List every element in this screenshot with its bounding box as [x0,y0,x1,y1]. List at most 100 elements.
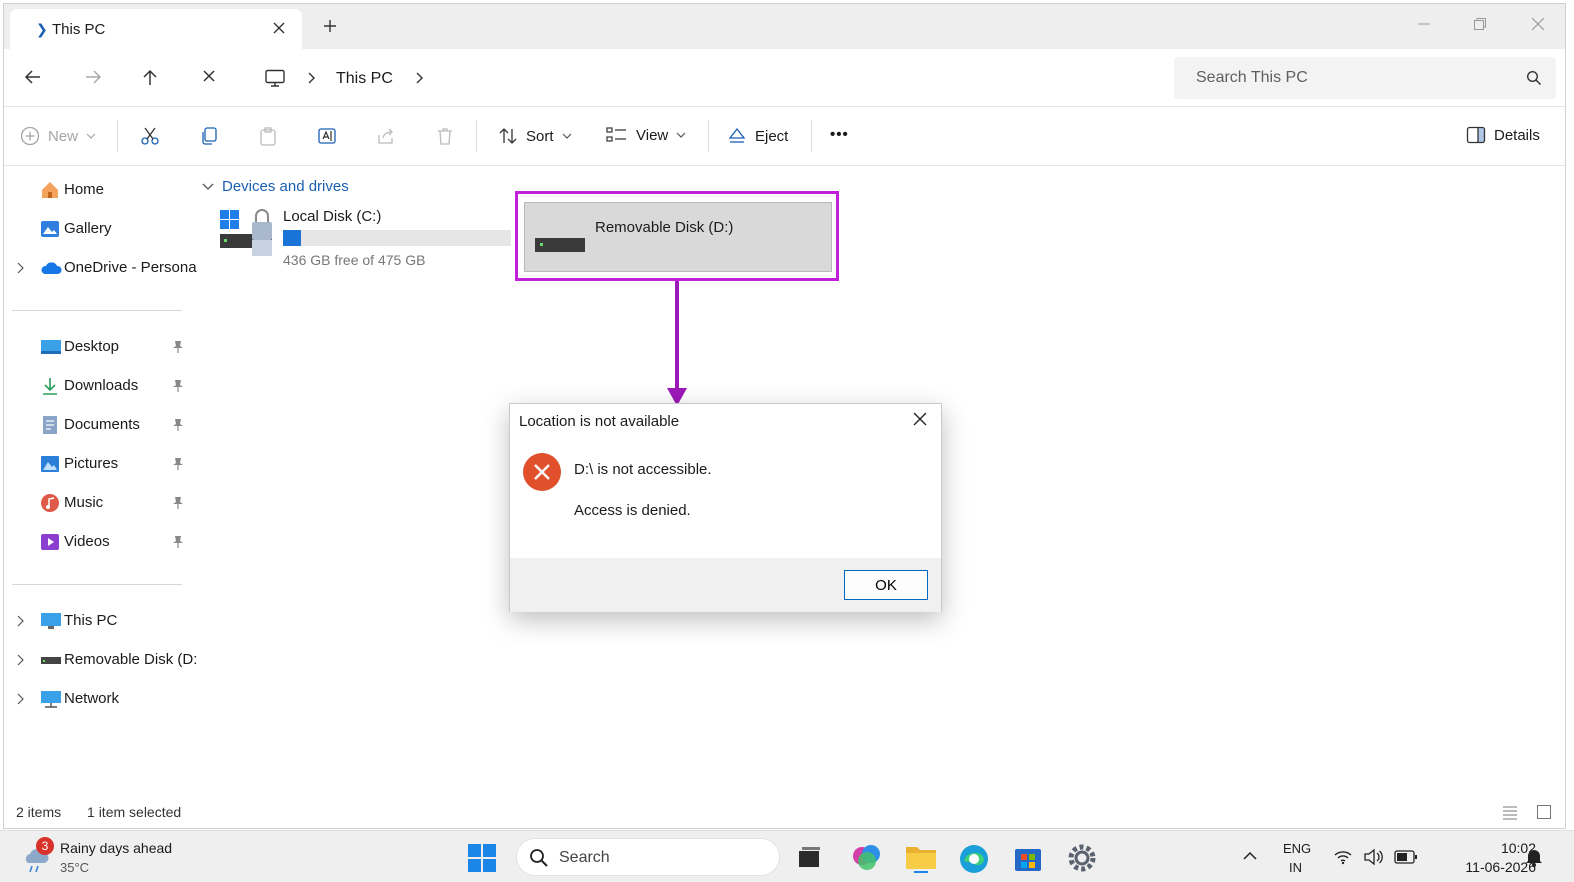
view-icon [606,127,626,142]
annotation-arrow [675,281,679,391]
sidebar-item-downloads[interactable]: Downloads [4,371,196,401]
notification-bell-icon[interactable] [1524,847,1544,867]
microsoft-store-icon[interactable] [1013,843,1043,873]
file-explorer-icon[interactable] [904,841,938,873]
section-header-devices[interactable]: Devices and drives [202,178,349,195]
gallery-icon [40,219,60,239]
sidebar-item-this-pc[interactable]: This PC [4,606,196,636]
stop-icon[interactable] [202,69,216,83]
chevron-down-icon [86,133,96,139]
sidebar-item-network[interactable]: Network [4,684,196,714]
pin-icon[interactable] [172,418,184,432]
chevron-down-icon [562,133,571,139]
sidebar-item-gallery[interactable]: Gallery [4,214,196,244]
wifi-icon[interactable] [1334,849,1352,865]
paste-icon[interactable] [258,126,278,146]
sidebar-item-desktop[interactable]: Desktop [4,332,196,362]
status-bar: 2 items 1 item selected [16,804,181,820]
forward-arrow-icon[interactable] [84,69,102,85]
pin-icon[interactable] [172,535,184,549]
sidebar-item-label: OneDrive - Persona [64,259,197,276]
taskbar-search-label: Search [559,849,610,866]
details-button[interactable]: Details [1466,126,1540,144]
chevron-right-icon[interactable] [16,262,24,274]
pin-icon[interactable] [172,496,184,510]
sidebar-item-pictures[interactable]: Pictures [4,449,196,479]
restore-icon[interactable] [1472,16,1488,32]
chevron-right-icon[interactable] [414,72,424,84]
error-icon [522,452,562,492]
sidebar-item-label: Pictures [64,455,119,472]
tiles-view-icon[interactable] [1536,804,1552,820]
chevron-right-icon[interactable] [16,615,24,627]
cut-icon[interactable] [140,126,160,146]
chevron-right-icon[interactable] [16,693,24,705]
sidebar-item-label: Gallery [64,220,112,237]
pin-icon[interactable] [172,379,184,393]
weather-title[interactable]: Rainy days ahead [60,840,172,856]
tab-this-pc[interactable]: ❯ This PC [10,9,302,49]
volume-icon[interactable] [1363,848,1383,866]
sidebar-item-videos[interactable]: Videos [4,527,196,557]
ok-button[interactable]: OK [844,570,928,600]
close-window-icon[interactable] [1530,16,1546,32]
section-title: Devices and drives [222,178,349,195]
pin-icon[interactable] [172,340,184,354]
task-view-icon[interactable] [796,843,824,871]
eject-button[interactable]: Eject [727,126,788,146]
chevron-right-icon[interactable] [16,654,24,666]
sort-button[interactable]: Sort [498,126,572,146]
new-label: New [48,127,79,145]
status-item-count: 2 items [16,804,62,820]
sidebar-item-onedrive[interactable]: OneDrive - Persona [4,253,197,283]
view-button[interactable]: View [606,126,686,144]
dialog-title: Location is not available [519,413,680,430]
sort-icon [499,128,517,144]
chevron-down-icon [676,132,686,138]
battery-icon[interactable] [1394,850,1418,864]
share-icon[interactable] [376,126,396,146]
breadcrumb-this-pc[interactable]: This PC [336,70,393,88]
drive-c-usage-bar [283,230,511,246]
chevron-right-icon[interactable] [306,72,316,84]
cloud-icon [40,258,62,278]
windows-start-icon[interactable] [467,843,497,873]
details-view-icon[interactable] [1502,804,1518,820]
sidebar-item-music[interactable]: Music [4,488,196,518]
new-tab-icon[interactable] [322,18,338,34]
breadcrumb[interactable]: This PC [248,57,1168,99]
sidebar-item-label: Music [64,494,104,511]
edge-browser-icon[interactable] [958,843,990,875]
removable-drive-icon [40,650,62,670]
drive-c-free-space: 436 GB free of 475 GB [283,252,426,268]
rename-icon[interactable] [317,126,337,146]
microsoft-365-icon[interactable] [851,843,883,873]
delete-icon[interactable] [435,126,455,146]
title-bar: ❯ This PC [4,4,1565,49]
sort-label: Sort [526,127,554,145]
back-arrow-icon[interactable] [24,69,42,85]
copy-icon[interactable] [199,126,219,146]
up-arrow-icon[interactable] [141,69,159,87]
language-indicator-top[interactable]: ENG [1283,841,1311,856]
search-input[interactable]: Search This PC [1174,57,1556,99]
new-button[interactable]: New [20,126,96,146]
video-icon [40,532,60,552]
sidebar-item-label: Downloads [64,377,139,394]
sidebar-item-label: Videos [64,533,110,550]
settings-gear-icon[interactable] [1067,843,1097,873]
tab-close-icon[interactable] [272,21,286,35]
dialog-close-icon[interactable] [913,412,927,426]
chevron-up-icon[interactable] [1242,851,1258,861]
status-selection: 1 item selected [87,804,182,820]
sidebar-item-home[interactable]: Home [4,175,196,205]
sidebar-item-documents[interactable]: Documents [4,410,196,440]
minimize-icon[interactable] [1416,16,1432,32]
sidebar-item-removable-disk[interactable]: Removable Disk (D: [4,645,197,675]
view-label: View [636,126,669,144]
more-options-button[interactable]: ••• [830,126,849,143]
pin-icon[interactable] [172,457,184,471]
tab-chevron-icon: ❯ [36,21,48,37]
taskbar-search[interactable]: Search [516,838,780,876]
drive-local-disk-c[interactable]: Local Disk (C:) 436 GB free of 475 GB [218,204,514,274]
